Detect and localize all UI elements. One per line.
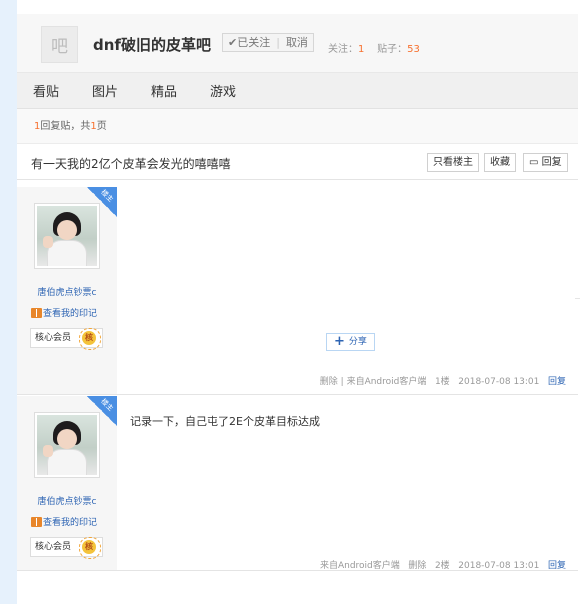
pager-info: 1回复贴，共1页 <box>17 109 578 144</box>
left-sidebar-strip <box>0 0 17 604</box>
post-count: 53 <box>407 44 420 55</box>
thread-title: 有一天我的2亿个皮革会发光的嘻嘻嘻 <box>31 157 231 171</box>
view-mark-link[interactable]: 查看我的印记 <box>31 306 97 319</box>
comment-icon: ▭ <box>529 157 539 168</box>
forum-nav: 看贴 图片 精品 游戏 <box>17 73 578 109</box>
reply-button-label: 回复 <box>541 157 562 168</box>
nav-item-games[interactable]: 游戏 <box>210 81 236 100</box>
delete-link[interactable]: 删除 <box>408 561 426 571</box>
post-tail: 删除 | 来自Android客户端 1楼 2018-07-08 13:01 回复 <box>320 374 566 387</box>
floor-number: 2楼 <box>434 561 450 571</box>
post-reply-link[interactable]: 回复 <box>548 561 566 571</box>
op-badge-label: 楼主 <box>99 397 115 413</box>
follow-button[interactable]: ✔已关注 | 取消 <box>222 33 314 52</box>
view-mark-label: 查看我的印记 <box>43 309 98 319</box>
post-count-label: 贴子： <box>377 44 408 55</box>
view-mark-label: 查看我的印记 <box>43 518 98 528</box>
delete-link[interactable]: 删除 <box>320 377 338 387</box>
divider <box>575 298 580 299</box>
share-button[interactable]: + 分享 <box>326 333 375 351</box>
floor-number: 1楼 <box>434 377 450 387</box>
post-floor-1: 楼主 唐伯虎点钞票c 查看我的印记 核心会员 核 + 分享 删除 | 来自And… <box>17 187 578 395</box>
username-link[interactable]: 唐伯虎点钞票c <box>17 494 117 507</box>
op-badge-label: 楼主 <box>99 188 115 204</box>
share-plus-icon: + <box>334 334 345 349</box>
share-label: 分享 <box>348 337 367 347</box>
member-badge[interactable]: 核心会员 核 <box>30 328 103 350</box>
nav-item-pictures[interactable]: 图片 <box>92 81 118 100</box>
member-level-icon: 核 <box>79 537 101 559</box>
client-source: 来自Android客户端 <box>319 561 400 571</box>
thread-title-bar: 有一天我的2亿个皮革会发光的嘻嘻嘻 只看楼主 收藏 ▭ 回复 <box>17 144 578 180</box>
followed-label: ✔已关注 <box>228 36 271 49</box>
post-floor-2: 楼主 唐伯虎点钞票c 查看我的印记 核心会员 核 记录一下，自己屯了2E个皮革目… <box>17 396 578 571</box>
book-icon <box>31 307 42 318</box>
thread-page: 吧 dnf破旧的皮革吧 ✔已关注 | 取消 关注：1 贴子：53 看贴 图片 精… <box>17 14 578 604</box>
page-suffix: 页 <box>96 121 107 132</box>
post-time: 2018-07-08 13:01 <box>458 377 540 387</box>
author-panel: 楼主 唐伯虎点钞票c 查看我的印记 核心会员 核 <box>17 187 117 394</box>
member-label: 核心会员 <box>35 333 72 343</box>
only-op-button[interactable]: 只看楼主 <box>427 153 479 172</box>
divider: | <box>340 377 344 387</box>
op-badge: 楼主 <box>87 396 117 426</box>
reply-button[interactable]: ▭ 回复 <box>523 153 568 172</box>
member-level-icon: 核 <box>79 328 101 350</box>
post-reply-link[interactable]: 回复 <box>548 377 566 387</box>
forum-name[interactable]: dnf破旧的皮革吧 <box>93 34 211 55</box>
book-icon <box>31 516 42 527</box>
member-badge[interactable]: 核心会员 核 <box>30 537 103 559</box>
forum-logo-icon[interactable]: 吧 <box>41 26 78 63</box>
member-label: 核心会员 <box>35 542 72 552</box>
follow-count-label: 关注： <box>328 44 358 55</box>
forum-header: 吧 dnf破旧的皮革吧 ✔已关注 | 取消 关注：1 贴子：53 <box>17 14 578 73</box>
author-panel: 楼主 唐伯虎点钞票c 查看我的印记 核心会员 核 <box>17 396 117 570</box>
favorite-button[interactable]: 收藏 <box>484 153 516 172</box>
nav-item-posts[interactable]: 看贴 <box>33 81 59 100</box>
op-badge: 楼主 <box>87 187 117 217</box>
username-link[interactable]: 唐伯虎点钞票c <box>17 285 117 298</box>
nav-item-featured[interactable]: 精品 <box>151 81 177 100</box>
unfollow-button[interactable]: 取消 <box>286 34 308 51</box>
divider: | <box>276 36 280 49</box>
follow-count: 1 <box>358 44 365 55</box>
post-tail: 来自Android客户端 删除 2楼 2018-07-08 13:01 回复 <box>320 558 566 571</box>
reply-text: 回复贴，共 <box>40 121 91 132</box>
view-mark-link[interactable]: 查看我的印记 <box>31 515 97 528</box>
post-content: 记录一下，自己屯了2E个皮革目标达成 <box>130 415 320 428</box>
post-time: 2018-07-08 13:01 <box>458 561 540 571</box>
client-source: 来自Android客户端 <box>346 377 427 387</box>
forum-stats: 关注：1 贴子：53 <box>328 40 420 55</box>
